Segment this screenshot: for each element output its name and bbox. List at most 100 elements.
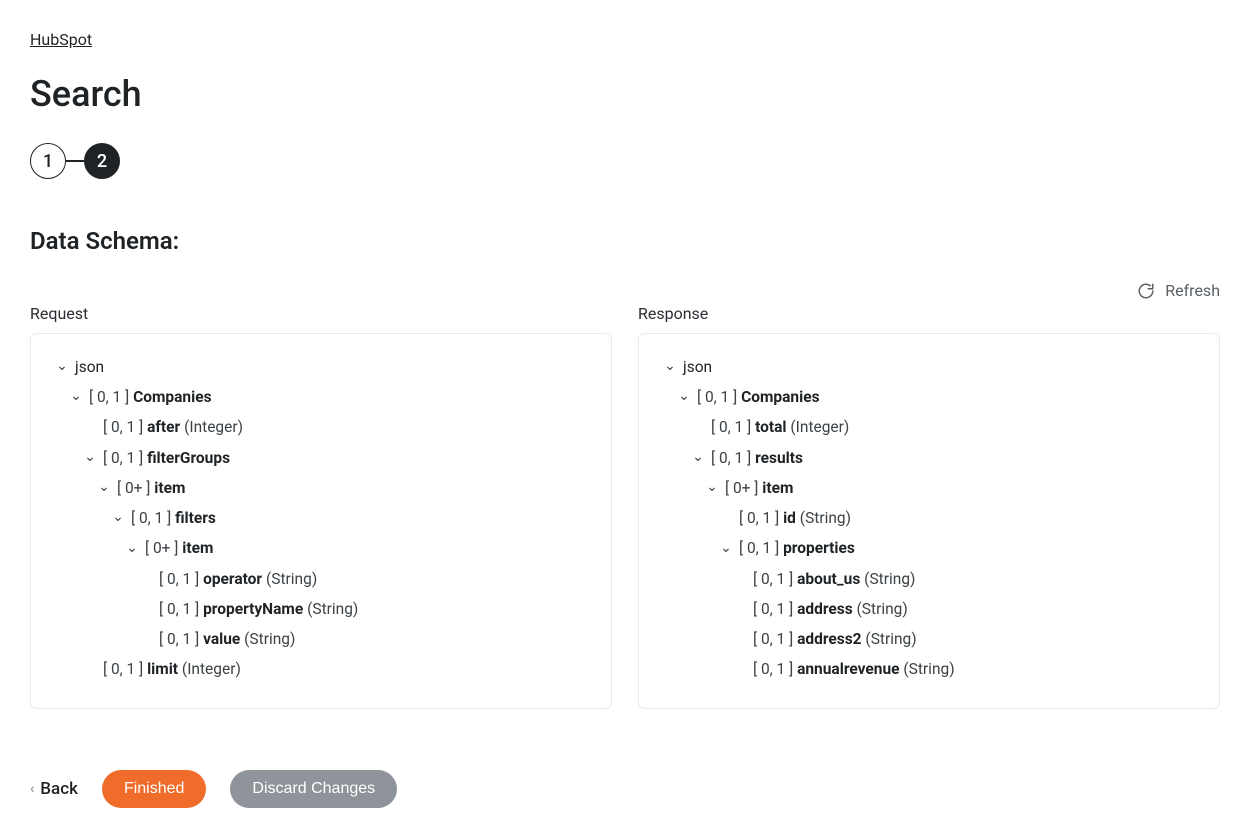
field-name: item <box>154 479 185 497</box>
tree-node[interactable]: ⌄json <box>661 352 1197 382</box>
cardinality-label: [ 0, 1 ] <box>159 630 203 648</box>
cardinality-label: [ 0, 1 ] <box>739 539 783 557</box>
chevron-down-icon[interactable]: ⌄ <box>53 353 71 380</box>
field-name: json <box>75 358 104 376</box>
tree-node: ⌄[ 0, 1 ] operator (String) <box>53 564 589 594</box>
field-name: filterGroups <box>147 449 230 467</box>
chevron-down-icon[interactable]: ⌄ <box>81 444 99 471</box>
breadcrumb-link[interactable]: HubSpot <box>30 30 92 49</box>
field-type: (String) <box>262 570 317 588</box>
field-type: (String) <box>240 630 295 648</box>
tree-node[interactable]: ⌄[ 0, 1 ] filters <box>53 503 589 533</box>
step-indicator: 1 2 <box>30 143 1220 179</box>
chevron-down-icon[interactable]: ⌄ <box>689 444 707 471</box>
tree-node: ⌄[ 0, 1 ] value (String) <box>53 624 589 654</box>
tree-node[interactable]: ⌄[ 0+ ] item <box>53 473 589 503</box>
cardinality-label: [ 0, 1 ] <box>159 570 203 588</box>
step-2[interactable]: 2 <box>84 143 120 179</box>
cardinality-label: [ 0, 1 ] <box>753 570 797 588</box>
discard-button[interactable]: Discard Changes <box>230 770 397 808</box>
cardinality-label: [ 0, 1 ] <box>697 388 741 406</box>
field-type: (String) <box>862 630 917 648</box>
cardinality-label: [ 0, 1 ] <box>131 509 175 527</box>
chevron-down-icon[interactable]: ⌄ <box>675 383 693 410</box>
tree-node: ⌄[ 0, 1 ] propertyName (String) <box>53 594 589 624</box>
page-title: Search <box>30 73 1220 115</box>
cardinality-label: [ 0, 1 ] <box>739 509 783 527</box>
refresh-button[interactable]: Refresh <box>1137 281 1220 300</box>
field-name: id <box>783 509 796 527</box>
field-name: total <box>755 418 786 436</box>
cardinality-label: [ 0, 1 ] <box>89 388 133 406</box>
tree-node[interactable]: ⌄[ 0, 1 ] Companies <box>53 382 589 412</box>
tree-node[interactable]: ⌄json <box>53 352 589 382</box>
tree-node[interactable]: ⌄[ 0, 1 ] filterGroups <box>53 443 589 473</box>
cardinality-label: [ 0, 1 ] <box>753 660 797 678</box>
field-name: annualrevenue <box>797 660 899 678</box>
field-type: (Integer) <box>178 660 241 678</box>
field-type: (String) <box>303 600 358 618</box>
cardinality-label: [ 0, 1 ] <box>711 418 755 436</box>
tree-node: ⌄[ 0, 1 ] annualrevenue (String) <box>661 654 1197 684</box>
chevron-down-icon[interactable]: ⌄ <box>67 383 85 410</box>
chevron-down-icon[interactable]: ⌄ <box>717 535 735 562</box>
response-panel: ⌄json⌄[ 0, 1 ] Companies⌄[ 0, 1 ] total … <box>638 333 1220 709</box>
field-name: operator <box>203 570 262 588</box>
step-1[interactable]: 1 <box>30 143 66 179</box>
field-name: json <box>683 358 712 376</box>
tree-node: ⌄[ 0, 1 ] id (String) <box>661 503 1197 533</box>
back-button[interactable]: ‹ Back <box>30 779 78 799</box>
request-column-title: Request <box>30 304 612 323</box>
chevron-down-icon[interactable]: ⌄ <box>123 535 141 562</box>
field-name: about_us <box>797 570 860 588</box>
step-connector <box>66 160 84 162</box>
tree-node: ⌄[ 0, 1 ] address (String) <box>661 594 1197 624</box>
field-name: results <box>755 449 803 467</box>
field-name: Companies <box>741 388 819 406</box>
tree-node[interactable]: ⌄[ 0, 1 ] properties <box>661 533 1197 563</box>
response-column-title: Response <box>638 304 1220 323</box>
field-name: after <box>147 418 180 436</box>
field-name: value <box>203 630 240 648</box>
field-type: (String) <box>796 509 851 527</box>
field-type: (String) <box>860 570 915 588</box>
field-type: (Integer) <box>787 418 850 436</box>
chevron-down-icon[interactable]: ⌄ <box>703 474 721 501</box>
cardinality-label: [ 0, 1 ] <box>159 600 203 618</box>
cardinality-label: [ 0, 1 ] <box>711 449 755 467</box>
field-type: (String) <box>853 600 908 618</box>
tree-node[interactable]: ⌄[ 0, 1 ] results <box>661 443 1197 473</box>
refresh-label: Refresh <box>1165 281 1220 300</box>
cardinality-label: [ 0, 1 ] <box>753 600 797 618</box>
tree-node[interactable]: ⌄[ 0+ ] item <box>53 533 589 563</box>
request-panel: ⌄json⌄[ 0, 1 ] Companies⌄[ 0, 1 ] after … <box>30 333 612 709</box>
section-heading: Data Schema: <box>30 227 1220 255</box>
cardinality-label: [ 0, 1 ] <box>753 630 797 648</box>
field-name: properties <box>783 539 855 557</box>
tree-node[interactable]: ⌄[ 0, 1 ] Companies <box>661 382 1197 412</box>
field-type: (Integer) <box>180 418 243 436</box>
field-name: propertyName <box>203 600 303 618</box>
cardinality-label: [ 0, 1 ] <box>103 449 147 467</box>
chevron-left-icon: ‹ <box>30 781 34 797</box>
field-name: item <box>182 539 213 557</box>
field-type: (String) <box>900 660 955 678</box>
chevron-down-icon[interactable]: ⌄ <box>661 353 679 380</box>
field-name: Companies <box>133 388 211 406</box>
tree-node: ⌄[ 0, 1 ] address2 (String) <box>661 624 1197 654</box>
field-name: limit <box>147 660 178 678</box>
tree-node[interactable]: ⌄[ 0+ ] item <box>661 473 1197 503</box>
tree-node: ⌄[ 0, 1 ] after (Integer) <box>53 412 589 442</box>
tree-node: ⌄[ 0, 1 ] total (Integer) <box>661 412 1197 442</box>
chevron-down-icon[interactable]: ⌄ <box>95 474 113 501</box>
field-name: filters <box>175 509 216 527</box>
field-name: address2 <box>797 630 861 648</box>
tree-node: ⌄[ 0, 1 ] limit (Integer) <box>53 654 589 684</box>
back-label: Back <box>40 779 78 799</box>
response-tree: ⌄json⌄[ 0, 1 ] Companies⌄[ 0, 1 ] total … <box>661 352 1197 684</box>
chevron-down-icon[interactable]: ⌄ <box>109 504 127 531</box>
cardinality-label: [ 0, 1 ] <box>103 660 147 678</box>
cardinality-label: [ 0+ ] <box>725 479 762 497</box>
request-tree: ⌄json⌄[ 0, 1 ] Companies⌄[ 0, 1 ] after … <box>53 352 589 684</box>
finished-button[interactable]: Finished <box>102 770 206 808</box>
